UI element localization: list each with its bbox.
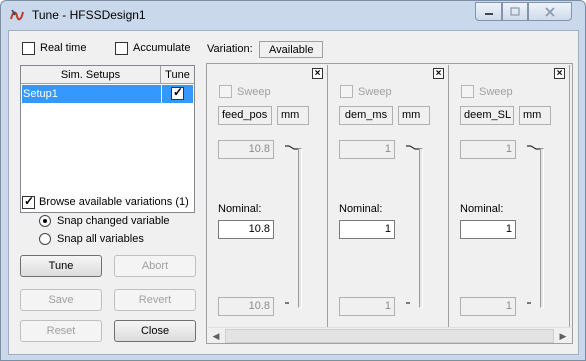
sweep-label: Sweep: [479, 86, 513, 98]
column-header-sim-setups[interactable]: Sim. Setups: [21, 66, 161, 84]
table-row[interactable]: Setup1 ✓: [22, 85, 193, 103]
real-time-checkbox[interactable]: [22, 42, 35, 55]
maximize-button[interactable]: [502, 2, 528, 21]
tune-cell: ✓: [161, 85, 193, 103]
save-button[interactable]: Save: [20, 289, 102, 311]
checkmark-icon: ✓: [24, 194, 35, 208]
sweep-label: Sweep: [358, 86, 392, 98]
accumulate-label: Accumulate: [133, 42, 191, 54]
variable-unit-deem-sl: mm: [519, 106, 551, 125]
tune-button[interactable]: Tune: [20, 255, 102, 277]
variable-panel-feed-pos: × Sweep feed_pos mm 10.8 Nominal: 10.8 1…: [208, 65, 328, 327]
accumulate-checkbox[interactable]: [115, 42, 128, 55]
min-value-dem-ms: 1: [339, 297, 395, 316]
slider-min-tick: [527, 302, 531, 304]
table-header: Sim. Setups Tune: [21, 66, 194, 84]
max-value-dem-ms: 1: [339, 140, 395, 159]
sim-setups-table: Sim. Setups Tune Setup1 ✓: [20, 65, 195, 213]
slider-thumb-feed-pos[interactable]: [285, 145, 298, 150]
snap-all-radio[interactable]: [39, 233, 51, 245]
sweep-checkbox-dem-ms[interactable]: [340, 85, 353, 98]
scroll-left-arrow-icon[interactable]: ◀: [208, 328, 224, 344]
remove-variable-deem-sl-button[interactable]: ×: [554, 68, 565, 79]
nominal-label: Nominal:: [339, 203, 383, 215]
variation-value: Available: [269, 44, 314, 56]
max-value-feed-pos: 10.8: [218, 140, 274, 159]
variation-field: Available: [259, 41, 323, 58]
nominal-label: Nominal:: [460, 203, 504, 215]
browse-variations-checkbox[interactable]: ✓: [22, 194, 35, 209]
revert-button[interactable]: Revert: [114, 289, 196, 311]
max-value-deem-sl: 1: [460, 140, 516, 159]
checkmark-icon: ✓: [173, 85, 184, 99]
variable-unit-dem-ms: mm: [398, 106, 430, 125]
column-header-tune[interactable]: Tune: [161, 66, 194, 84]
tune-setup1-checkbox[interactable]: ✓: [171, 85, 184, 100]
snap-all-label: Snap all variables: [57, 233, 144, 245]
tune-window: Tune - HFSSDesign1 Real time Accumulate …: [0, 0, 586, 361]
minimize-button[interactable]: [475, 2, 502, 21]
slider-thumb-dem-ms[interactable]: [406, 145, 419, 150]
remove-variable-dem-ms-button[interactable]: ×: [433, 68, 444, 79]
variable-unit-feed-pos: mm: [277, 106, 309, 125]
close-button[interactable]: Close: [114, 320, 196, 342]
sweep-checkbox-deem-sl[interactable]: [461, 85, 474, 98]
radio-selected-dot: [43, 219, 47, 223]
variable-panel-dem-ms: × Sweep dem_ms mm 1 Nominal: 1 1: [329, 65, 449, 327]
minimize-icon: [484, 12, 493, 15]
snap-changed-radio[interactable]: [39, 215, 51, 227]
browse-variations-label: Browse available variations (1): [39, 196, 189, 208]
snap-changed-label: Snap changed variable: [57, 215, 170, 227]
reset-button[interactable]: Reset: [20, 320, 102, 342]
slider-track-feed-pos[interactable]: [298, 148, 302, 308]
title-bar[interactable]: Tune - HFSSDesign1: [1, 1, 585, 28]
variable-name-deem-sl: deem_SL: [460, 106, 514, 125]
nominal-input-dem-ms[interactable]: 1: [339, 220, 395, 239]
slider-thumb-deem-sl[interactable]: [527, 145, 540, 150]
min-value-deem-sl: 1: [460, 297, 516, 316]
horizontal-scrollbar[interactable]: ◀ ▶: [208, 327, 571, 343]
slider-min-tick: [285, 302, 289, 304]
real-time-label: Real time: [40, 42, 87, 54]
variable-name-dem-ms: dem_ms: [339, 106, 393, 125]
min-value-feed-pos: 10.8: [218, 297, 274, 316]
variable-name-feed-pos: feed_pos: [218, 106, 272, 125]
nominal-label: Nominal:: [218, 203, 262, 215]
nominal-input-feed-pos[interactable]: 10.8: [218, 220, 274, 239]
sweep-label: Sweep: [237, 86, 271, 98]
sweep-checkbox-feed-pos[interactable]: [219, 85, 232, 98]
abort-button[interactable]: Abort: [114, 255, 196, 277]
scrollbar-thumb[interactable]: [225, 329, 554, 343]
slider-track-dem-ms[interactable]: [419, 148, 423, 308]
variable-sliders-pane: × Sweep feed_pos mm 10.8 Nominal: 10.8 1…: [206, 63, 573, 344]
scroll-right-arrow-icon[interactable]: ▶: [555, 328, 571, 344]
tune-app-icon: [10, 9, 24, 21]
window-title: Tune - HFSSDesign1: [32, 8, 146, 22]
maximize-icon: [510, 7, 520, 16]
slider-min-tick: [406, 302, 410, 304]
close-window-button[interactable]: [528, 2, 572, 21]
close-icon: [545, 6, 555, 17]
variable-panel-deem-sl: × Sweep deem_SL mm 1 Nominal: 1 1: [450, 65, 570, 327]
dialog-client: Real time Accumulate Variation: Availabl…: [8, 30, 579, 355]
variation-label: Variation:: [207, 43, 253, 55]
slider-track-deem-sl[interactable]: [540, 148, 544, 308]
nominal-input-deem-sl[interactable]: 1: [460, 220, 516, 239]
setup-name: Setup1: [23, 88, 58, 100]
remove-variable-feed-pos-button[interactable]: ×: [312, 68, 323, 79]
